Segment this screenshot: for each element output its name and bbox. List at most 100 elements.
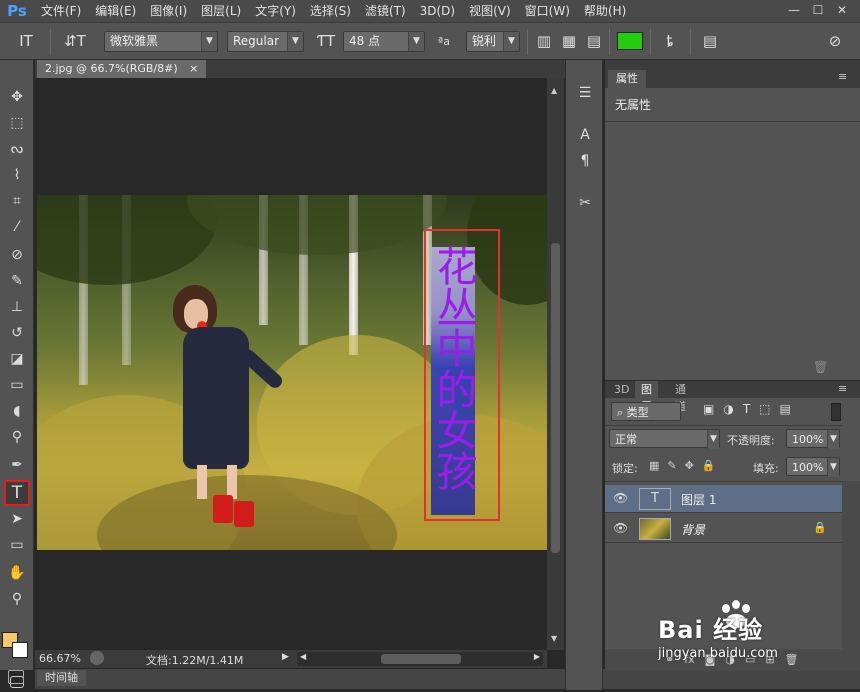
scroll-down-icon[interactable]: ▼ xyxy=(551,634,557,643)
horizontal-scrollbar[interactable]: ◀ ▶ xyxy=(297,652,543,666)
menu-item[interactable]: 3D(D) xyxy=(413,0,462,22)
close-tab-icon[interactable]: × xyxy=(189,62,198,75)
antialias-select[interactable]: 锐利 ▼ xyxy=(466,31,520,52)
timeline-tab[interactable]: 时间轴 xyxy=(37,670,86,686)
type-filter-icon[interactable]: T xyxy=(743,402,750,421)
blur-tool-icon[interactable]: ◖ xyxy=(4,400,30,422)
pixel-filter-icon[interactable]: ▣ xyxy=(703,402,714,421)
visibility-eye-icon[interactable]: 👁 xyxy=(613,491,628,505)
tool-presets-icon[interactable]: ✂ xyxy=(572,192,598,214)
align-top-icon[interactable]: ▥ xyxy=(533,31,555,52)
menu-item[interactable]: 图层(L) xyxy=(194,0,248,22)
adjustment-filter-icon[interactable]: ◑ xyxy=(723,402,733,421)
menu-item[interactable]: 滤镜(T) xyxy=(358,0,413,22)
font-family-select[interactable]: 微软雅黑 ▼ xyxy=(104,31,218,52)
layer-name[interactable]: 图层 1 xyxy=(681,491,716,508)
layer-filter-select[interactable]: ⌕ 类型 xyxy=(611,402,681,421)
menu-item[interactable]: 文件(F) xyxy=(34,0,88,22)
scrollbar-thumb[interactable] xyxy=(551,243,560,553)
layer-name[interactable]: 背景 xyxy=(681,521,705,538)
toggle-text-orientation-icon[interactable]: ⇵T xyxy=(62,31,88,52)
menu-item[interactable]: 图像(I) xyxy=(143,0,194,22)
opacity-input[interactable]: 100% ▼ xyxy=(786,429,840,449)
history-brush-tool-icon[interactable]: ↺ xyxy=(4,322,30,344)
text-tool-preset-icon[interactable]: ⅠT xyxy=(12,31,40,52)
menu-item[interactable]: 窗口(W) xyxy=(518,0,577,22)
align-center-icon[interactable]: ▦ xyxy=(558,31,580,52)
background-color-swatch[interactable] xyxy=(12,642,28,658)
crop-tool-icon[interactable]: ⌗ xyxy=(4,190,30,212)
tab-properties[interactable]: 属性 xyxy=(608,70,646,88)
vertical-text-layer[interactable]: 花丛中的女孩 xyxy=(429,245,477,491)
horizontal-type-tool-icon[interactable]: T xyxy=(4,480,30,506)
character-panel-icon[interactable]: A xyxy=(572,124,598,146)
visibility-eye-icon[interactable]: 👁 xyxy=(613,521,628,535)
status-menu-icon[interactable] xyxy=(90,651,104,665)
lock-transparency-icon[interactable]: ▦ xyxy=(649,459,659,472)
window-controls: — ☐ ✕ xyxy=(782,0,854,20)
gradient-tool-icon[interactable]: ▭ xyxy=(4,374,30,396)
scrollbar-thumb[interactable] xyxy=(381,654,461,664)
panel-menu-icon[interactable]: ≡ xyxy=(838,70,847,83)
lock-all-icon[interactable]: 🔒 xyxy=(702,459,716,472)
menu-item[interactable]: 选择(S) xyxy=(303,0,358,22)
fill-input[interactable]: 100% ▼ xyxy=(786,457,840,477)
minimize-button[interactable]: — xyxy=(782,0,806,20)
filter-toggle[interactable] xyxy=(831,403,841,421)
layer-panel-tab[interactable]: 图层 xyxy=(635,381,658,413)
frame-icon[interactable] xyxy=(8,670,24,684)
healing-brush-tool-icon[interactable]: ⊘ xyxy=(4,244,30,266)
chevron-down-icon: ▼ xyxy=(201,32,217,51)
scroll-up-icon[interactable]: ▲ xyxy=(551,86,557,95)
menu-item[interactable]: 视图(V) xyxy=(462,0,518,22)
font-style-select[interactable]: Regular ▼ xyxy=(227,31,304,52)
dodge-tool-icon[interactable]: ⚲ xyxy=(4,426,30,448)
scroll-right-icon[interactable]: ▶ xyxy=(534,652,540,661)
brush-tool-icon[interactable]: ✎ xyxy=(4,270,30,292)
document-tab[interactable]: 2.jpg @ 66.7%(RGB/8#) × xyxy=(37,60,207,78)
cancel-icon[interactable]: ⊘ xyxy=(823,31,847,52)
antialias-value: 锐利 xyxy=(472,34,497,48)
move-tool-icon[interactable]: ✥ xyxy=(4,86,30,108)
history-panel-icon[interactable]: ☰ xyxy=(572,82,598,104)
path-selection-tool-icon[interactable]: ➤ xyxy=(4,508,30,530)
panel-menu-icon[interactable]: ≡ xyxy=(838,382,847,395)
layer-row[interactable]: 👁 背景 🔒 xyxy=(605,515,842,543)
layer-panel-tab[interactable]: 通道 xyxy=(669,381,692,413)
quick-select-tool-icon[interactable]: ⌇ xyxy=(4,164,30,186)
smart-filter-icon[interactable]: ▤ xyxy=(780,402,791,421)
warp-text-icon[interactable]: ȶ xyxy=(657,31,683,52)
rectangle-tool-icon[interactable]: ▭ xyxy=(4,534,30,556)
paragraph-panel-icon[interactable]: ¶ xyxy=(572,150,598,172)
layer-panel-tab[interactable]: 3D xyxy=(608,381,635,398)
eraser-tool-icon[interactable]: ◪ xyxy=(4,348,30,370)
lock-position-icon[interactable]: ✥ xyxy=(685,459,694,472)
trash-icon[interactable]: 🗑 xyxy=(813,360,828,374)
lock-icon: 🔒 xyxy=(813,521,827,534)
zoom-tool-icon[interactable]: ⚲ xyxy=(4,588,30,610)
zoom-level[interactable]: 66.67% xyxy=(39,652,81,665)
clone-stamp-tool-icon[interactable]: ⊥ xyxy=(4,296,30,318)
vertical-scrollbar[interactable]: ▲ ▼ xyxy=(547,78,564,650)
eyedropper-tool-icon[interactable]: ⁄ xyxy=(4,216,30,238)
lock-image-icon[interactable]: ✎ xyxy=(667,459,676,472)
character-panel-icon[interactable]: ▤ xyxy=(698,31,722,52)
text-color-swatch[interactable] xyxy=(617,32,643,50)
lasso-tool-icon[interactable]: ᔓ xyxy=(4,138,30,160)
scroll-left-icon[interactable]: ◀ xyxy=(300,652,306,661)
menu-item[interactable]: 编辑(E) xyxy=(88,0,143,22)
menu-item[interactable]: 文字(Y) xyxy=(248,0,303,22)
status-arrow-icon[interactable]: ▶ xyxy=(282,652,289,662)
layer-row[interactable]: 👁 T 图层 1 xyxy=(605,485,842,513)
marquee-tool-icon[interactable]: ⬚ xyxy=(4,112,30,134)
menu-item[interactable]: 帮助(H) xyxy=(577,0,633,22)
pen-tool-icon[interactable]: ✒ xyxy=(4,454,30,476)
align-bottom-icon[interactable]: ▤ xyxy=(583,31,605,52)
font-size-select[interactable]: 48 点 ▼ xyxy=(343,31,425,52)
blend-mode-select[interactable]: 正常 ▼ xyxy=(609,429,720,449)
document-image[interactable]: 花丛中的女孩 xyxy=(37,195,547,550)
hand-tool-icon[interactable]: ✋ xyxy=(4,562,30,584)
close-button[interactable]: ✕ xyxy=(830,0,854,20)
maximize-button[interactable]: ☐ xyxy=(806,0,830,20)
shape-filter-icon[interactable]: ⬚ xyxy=(759,402,770,421)
